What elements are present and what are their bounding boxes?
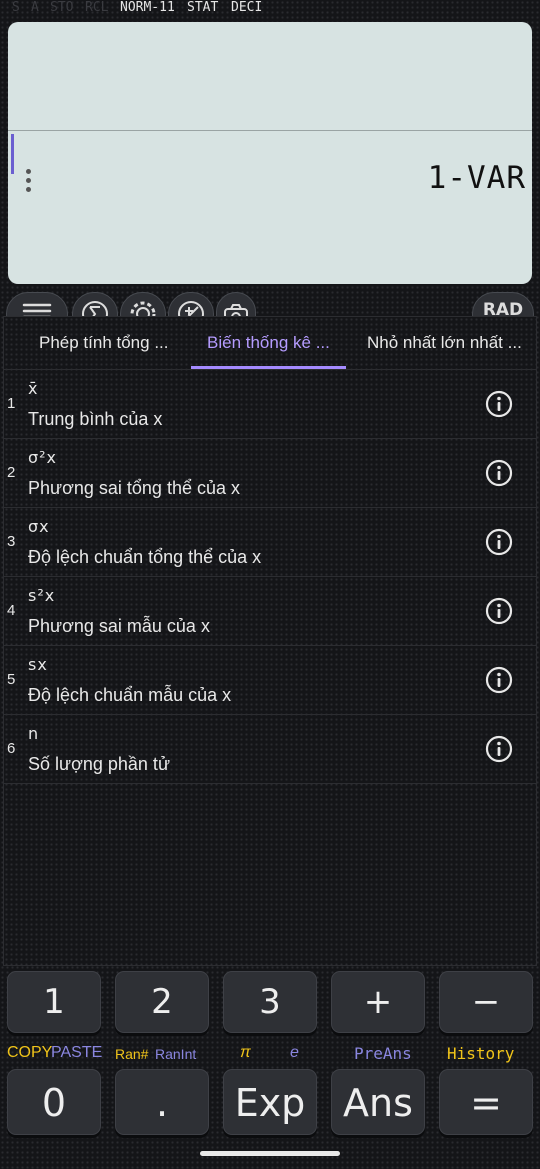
home-indicator[interactable] <box>200 1151 340 1156</box>
item-symbol: σ²x <box>28 448 58 467</box>
key-decimal[interactable]: . <box>115 1069 209 1135</box>
list-item[interactable]: 1 x̄ Trung bình của x <box>4 369 536 439</box>
item-index: 5 <box>7 671 16 688</box>
key-0-label: 0 <box>41 1081 67 1125</box>
item-index: 1 <box>7 395 16 412</box>
status-sto: STO <box>50 0 74 15</box>
status-mode: NORM-11 <box>120 0 175 15</box>
item-description: Độ lệch chuẩn mẫu của x <box>28 685 232 705</box>
item-symbol: x̄ <box>28 379 39 398</box>
key-3[interactable]: 3 <box>223 971 317 1033</box>
list-item[interactable]: 2 σ²x Phương sai tổng thể của x <box>4 438 536 508</box>
display-result: 1-VAR <box>427 160 526 196</box>
input-cursor <box>11 134 14 174</box>
copy-label[interactable]: COPY <box>7 1044 52 1062</box>
item-description: Trung bình của x <box>28 409 163 429</box>
statistics-panel: Phép tính tổng ... Biến thống kê ... Nhỏ… <box>3 316 537 966</box>
list-item[interactable]: 6 n Số lượng phần tử <box>4 714 536 784</box>
key-minus[interactable]: − <box>439 971 533 1033</box>
tab-bar: Phép tính tổng ... Biến thống kê ... Nhỏ… <box>4 317 536 370</box>
info-icon[interactable] <box>485 459 513 487</box>
info-icon[interactable] <box>485 666 513 694</box>
display-divider <box>8 130 532 131</box>
key-decimal-label: . <box>155 1081 169 1125</box>
key-1-label: 1 <box>43 982 65 1022</box>
history-label[interactable]: History <box>447 1044 514 1063</box>
ranint-label: RanInt <box>155 1046 197 1062</box>
paste-label[interactable]: PASTE <box>51 1044 102 1062</box>
menu-button[interactable] <box>6 292 68 318</box>
key-3-label: 3 <box>259 982 281 1022</box>
status-a: A <box>31 0 39 15</box>
info-icon[interactable] <box>485 597 513 625</box>
key-plus[interactable]: + <box>331 971 425 1033</box>
item-symbol: s²x <box>28 586 56 605</box>
more-options-icon[interactable] <box>22 169 34 195</box>
item-symbol: sx <box>28 655 48 674</box>
tab-statistics-variables[interactable]: Biến thống kê ... <box>191 317 346 369</box>
e-label: e <box>290 1044 299 1061</box>
key-plus-label: + <box>363 982 393 1022</box>
key-ans-label: Ans <box>343 1081 413 1125</box>
ran-label: Ran# <box>115 1046 149 1062</box>
item-index: 4 <box>7 602 16 619</box>
plus-minus-button[interactable] <box>168 292 214 318</box>
tab-sum[interactable]: Phép tính tổng ... <box>39 317 168 369</box>
key-1[interactable]: 1 <box>7 971 101 1033</box>
sigma-button[interactable] <box>72 292 118 318</box>
key-exp-label: Exp <box>234 1081 306 1125</box>
preans-label: PreAns <box>354 1044 412 1063</box>
settings-button[interactable] <box>120 292 166 318</box>
list-item[interactable]: 3 σx Độ lệch chuẩn tổng thể của x <box>4 507 536 577</box>
item-description: Số lượng phần tử <box>28 754 170 774</box>
key-2[interactable]: 2 <box>115 971 209 1033</box>
toolbar: RAD <box>0 288 540 318</box>
key-equals[interactable]: = <box>439 1069 533 1135</box>
camera-button[interactable] <box>216 292 256 318</box>
tab-min-max[interactable]: Nhỏ nhất lớn nhất ... <box>367 317 522 369</box>
item-symbol: σx <box>28 517 50 536</box>
item-description: Phương sai tổng thể của x <box>28 478 240 498</box>
status-bar: S A STO RCL NORM-11 STAT DECI <box>0 0 540 18</box>
info-icon[interactable] <box>485 390 513 418</box>
item-symbol: n <box>28 724 40 743</box>
status-stat: STAT <box>187 0 219 15</box>
key-2-label: 2 <box>151 982 173 1022</box>
status-rcl: RCL <box>85 0 109 15</box>
item-index: 2 <box>7 464 16 481</box>
item-index: 3 <box>7 533 16 550</box>
pi-label: π <box>240 1044 251 1061</box>
info-icon[interactable] <box>485 735 513 763</box>
list-item[interactable]: 4 s²x Phương sai mẫu của x <box>4 576 536 646</box>
key-0[interactable]: 0 <box>7 1069 101 1135</box>
item-description: Phương sai mẫu của x <box>28 616 210 636</box>
key-equals-label: = <box>470 1081 502 1125</box>
angle-mode-button[interactable]: RAD <box>472 292 534 318</box>
info-icon[interactable] <box>485 528 513 556</box>
list-item[interactable]: 5 sx Độ lệch chuẩn mẫu của x <box>4 645 536 715</box>
status-s: S <box>12 0 20 15</box>
item-description: Độ lệch chuẩn tổng thể của x <box>28 547 262 567</box>
key-ans[interactable]: Ans <box>331 1069 425 1135</box>
status-deci: DECI <box>231 0 263 15</box>
item-index: 6 <box>7 740 16 757</box>
key-exp[interactable]: Exp <box>223 1069 317 1135</box>
key-minus-label: − <box>471 982 501 1022</box>
calculator-display[interactable]: 1-VAR <box>8 22 532 284</box>
